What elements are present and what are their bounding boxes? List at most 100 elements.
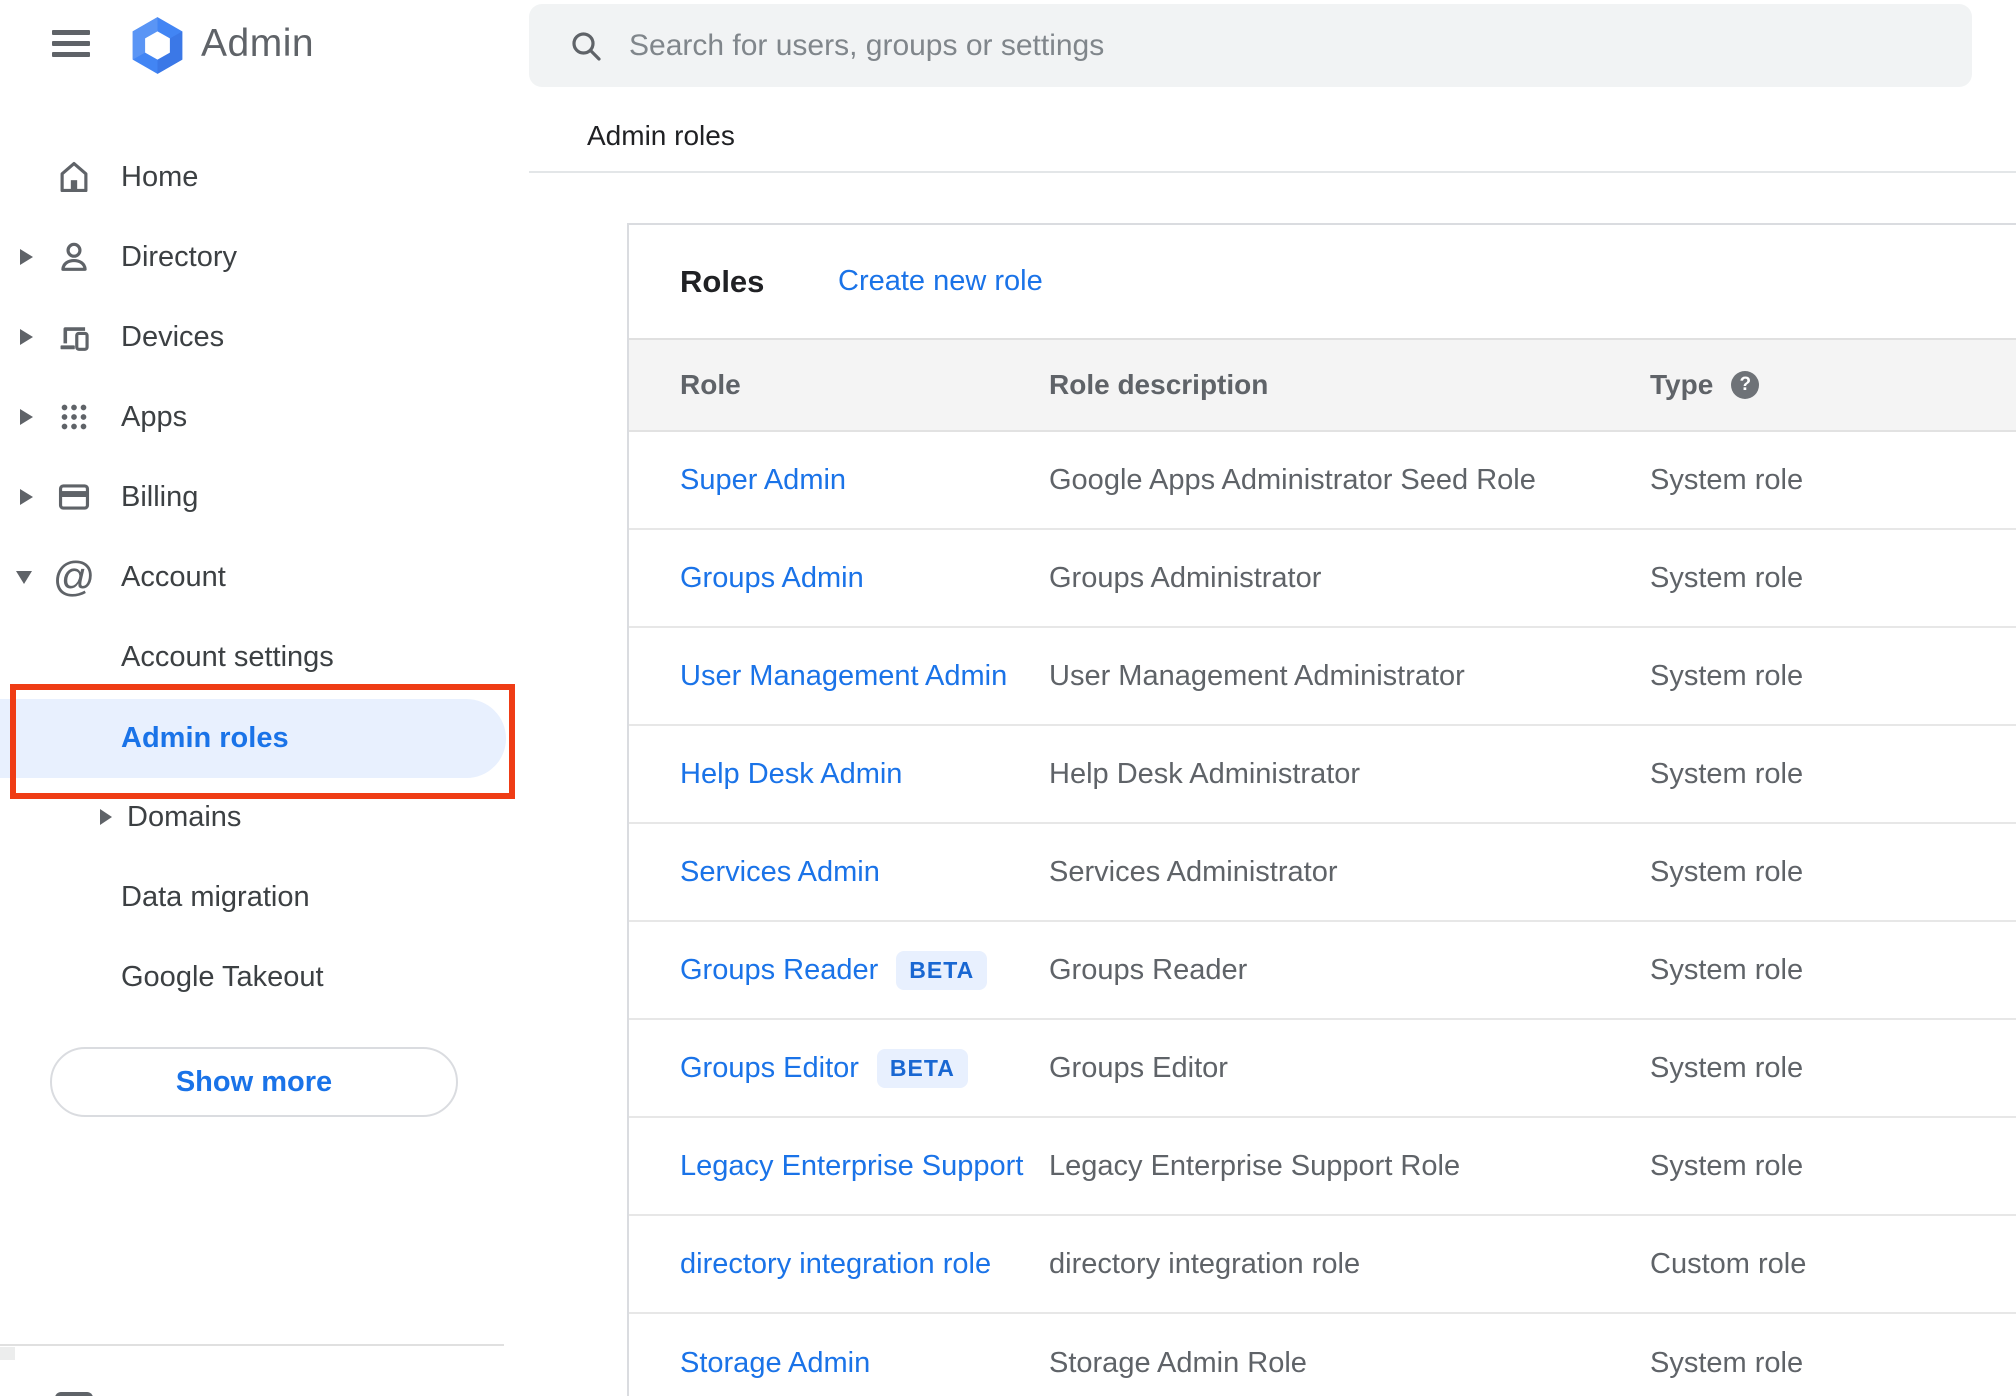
role-type: System role xyxy=(1650,953,1804,986)
breadcrumb-divider xyxy=(529,171,2016,173)
role-description: User Management Administrator xyxy=(1049,659,1465,692)
sidebar-item-label: Data migration xyxy=(121,880,310,913)
sidebar-item-label: Google Takeout xyxy=(121,960,324,993)
table-header-row: Role Role description Type ? xyxy=(629,338,2016,432)
home-icon xyxy=(55,158,93,196)
table-row: User Management Admin User Management Ad… xyxy=(629,628,2016,726)
table-row: Groups Editor BETA Groups Editor System … xyxy=(629,1020,2016,1118)
help-question-icon[interactable]: ? xyxy=(1731,371,1760,399)
card-title: Roles xyxy=(680,263,765,299)
column-header-type: Type ? xyxy=(1650,340,1760,430)
role-description: Help Desk Administrator xyxy=(1049,757,1361,790)
table-row: Help Desk Admin Help Desk Administrator … xyxy=(629,726,2016,824)
hamburger-menu-icon[interactable] xyxy=(52,29,90,61)
search-input[interactable] xyxy=(627,27,1907,64)
sidebar-item-label: Directory xyxy=(121,240,238,273)
column-header-role-description: Role description xyxy=(1049,369,1269,400)
sidebar-item-google-takeout[interactable]: Google Takeout xyxy=(0,937,506,1017)
credit-card-icon xyxy=(55,478,93,516)
sidebar-divider xyxy=(0,1344,504,1346)
role-link[interactable]: directory integration role xyxy=(680,1248,991,1281)
devices-icon xyxy=(55,318,93,356)
search-icon xyxy=(572,31,601,61)
role-type: System role xyxy=(1650,463,1804,496)
roles-card-header: Roles Create new role xyxy=(629,225,2016,338)
role-type: System role xyxy=(1650,855,1804,888)
table-row: Services Admin Services Administrator Sy… xyxy=(629,824,2016,922)
table-row: Legacy Enterprise Support Legacy Enterpr… xyxy=(629,1118,2016,1216)
at-sign-icon: @ xyxy=(52,553,96,600)
search-bar[interactable] xyxy=(529,4,1972,87)
partially-visible-icon xyxy=(55,1392,93,1396)
role-link[interactable]: Storage Admin xyxy=(680,1347,870,1380)
sidebar-item-label: Devices xyxy=(121,320,225,353)
scrollbar-fragment[interactable] xyxy=(0,1347,15,1360)
role-link[interactable]: Groups Editor xyxy=(680,1052,859,1085)
sidebar-item-label: Account xyxy=(121,560,226,593)
expand-caret-icon[interactable] xyxy=(20,409,33,425)
table-row: Super Admin Google Apps Administrator Se… xyxy=(629,432,2016,530)
role-description: Legacy Enterprise Support Role xyxy=(1049,1149,1461,1182)
role-type: System role xyxy=(1650,1051,1804,1084)
person-icon xyxy=(55,238,93,276)
role-type: System role xyxy=(1650,659,1804,692)
role-description: Storage Admin Role xyxy=(1049,1346,1307,1379)
sidebar-item-home[interactable]: Home xyxy=(0,137,506,217)
create-new-role-link[interactable]: Create new role xyxy=(838,265,1043,298)
sidebar-item-label: Domains xyxy=(127,800,242,833)
role-description: Groups Administrator xyxy=(1049,561,1322,594)
role-link[interactable]: Groups Reader xyxy=(680,954,878,987)
role-description: Groups Reader xyxy=(1049,953,1248,986)
role-type: System role xyxy=(1650,757,1804,790)
sidebar-item-label: Admin roles xyxy=(121,721,289,754)
role-type: System role xyxy=(1650,1346,1804,1379)
app-title: Admin xyxy=(201,22,315,65)
table-row: directory integration role directory int… xyxy=(629,1216,2016,1314)
sidebar-item-label: Billing xyxy=(121,480,199,513)
role-link[interactable]: Legacy Enterprise Support xyxy=(680,1150,1023,1183)
role-description: Services Administrator xyxy=(1049,855,1338,888)
sidebar-item-directory[interactable]: Directory xyxy=(0,217,506,297)
expand-caret-icon[interactable] xyxy=(20,489,33,505)
breadcrumb: Admin roles xyxy=(587,120,735,151)
sidebar-item-admin-roles[interactable]: Admin roles xyxy=(0,698,506,778)
collapse-caret-icon[interactable] xyxy=(16,570,32,584)
sidebar-item-account-settings[interactable]: Account settings xyxy=(0,617,506,697)
admin-logo-icon xyxy=(132,17,183,74)
roles-card: Roles Create new role Role Role descript… xyxy=(627,223,2016,1396)
table-row: Groups Reader BETA Groups Reader System … xyxy=(629,922,2016,1020)
sidebar-item-devices[interactable]: Devices xyxy=(0,297,506,377)
sidebar-item-billing[interactable]: Billing xyxy=(0,457,506,537)
sidebar-item-account[interactable]: @ Account xyxy=(0,537,506,617)
role-link[interactable]: Super Admin xyxy=(680,464,846,497)
table-row: Groups Admin Groups Administrator System… xyxy=(629,530,2016,628)
beta-badge: BETA xyxy=(876,1048,968,1088)
roles-table-body: Super Admin Google Apps Administrator Se… xyxy=(629,432,2016,1396)
show-more-button[interactable]: Show more xyxy=(50,1047,458,1117)
sidebar-item-apps[interactable]: Apps xyxy=(0,377,506,457)
sidebar-item-label: Account settings xyxy=(121,640,334,673)
apps-grid-icon xyxy=(55,398,93,436)
table-row: Storage Admin Storage Admin Role System … xyxy=(629,1314,2016,1396)
role-link[interactable]: Groups Admin xyxy=(680,562,864,595)
expand-caret-icon[interactable] xyxy=(100,809,112,825)
role-description: Groups Editor xyxy=(1049,1051,1228,1084)
role-type: System role xyxy=(1650,561,1804,594)
sidebar-item-label: Apps xyxy=(121,400,188,433)
role-description: directory integration role xyxy=(1049,1247,1361,1280)
beta-badge: BETA xyxy=(896,950,988,990)
role-description: Google Apps Administrator Seed Role xyxy=(1049,463,1536,496)
role-link[interactable]: Help Desk Admin xyxy=(680,758,902,791)
google-admin-console: Admin Admin roles Home xyxy=(0,0,2016,1396)
expand-caret-icon[interactable] xyxy=(20,249,33,265)
column-header-role: Role xyxy=(680,369,741,400)
sidebar-item-data-migration[interactable]: Data migration xyxy=(0,857,506,937)
sidebar-item-label: Home xyxy=(121,160,199,193)
role-link[interactable]: Services Admin xyxy=(680,856,880,889)
role-type: System role xyxy=(1650,1149,1804,1182)
sidebar-item-domains[interactable]: Domains xyxy=(0,777,506,857)
role-type: Custom role xyxy=(1650,1247,1807,1280)
role-link[interactable]: User Management Admin xyxy=(680,660,1007,693)
expand-caret-icon[interactable] xyxy=(20,329,33,345)
sidebar-nav: Home Directory Devices Apps Billing @ Ac… xyxy=(0,100,530,1396)
